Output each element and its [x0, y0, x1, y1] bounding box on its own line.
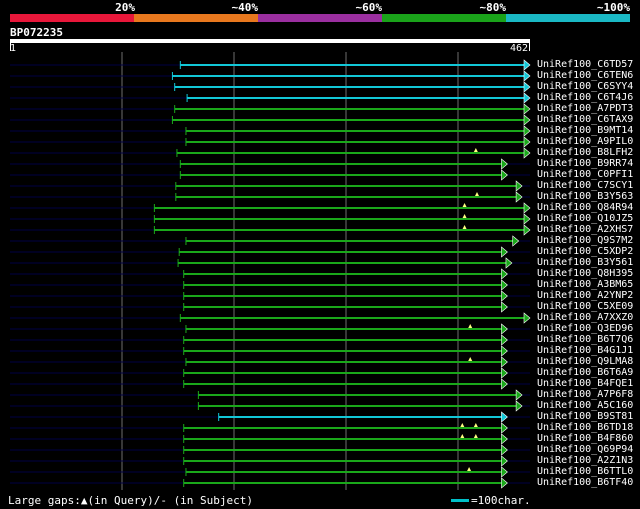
hit-label[interactable]: UniRef100_A5C160: [537, 400, 633, 411]
hit-arrow-head: [501, 323, 508, 335]
gap-marker: [474, 192, 479, 196]
hit-label[interactable]: UniRef100_C6SYY4: [537, 81, 633, 92]
hit-label[interactable]: UniRef100_Q10JZ5: [537, 213, 633, 224]
hit-label[interactable]: UniRef100_Q69P94: [537, 444, 633, 455]
hit-label[interactable]: UniRef100_A2YNP2: [537, 290, 633, 301]
hit-label[interactable]: UniRef100_Q9LMA8: [537, 356, 633, 367]
hit-label[interactable]: UniRef100_B6TD18: [537, 422, 633, 433]
gap-marker: [473, 423, 478, 427]
hit-label[interactable]: UniRef100_A7PDT3: [537, 103, 633, 114]
hit-arrow-head: [501, 455, 508, 467]
hit-arrow-head: [501, 466, 508, 478]
hit-arrow-head: [512, 235, 520, 247]
footer-gaps-legend: Large gaps:▲(in Query)/- (in Subject): [8, 494, 254, 507]
hit-arrow-head: [523, 81, 531, 93]
hit-label[interactable]: UniRef100_C6TAX9: [537, 114, 633, 125]
hit-arrow-head: [523, 114, 531, 126]
hit-arrow-head: [505, 257, 513, 269]
hit-arrow-head: [515, 191, 523, 203]
hit-label[interactable]: UniRef100_B6T6A9: [537, 367, 633, 378]
hit-label[interactable]: UniRef100_B4F860: [537, 433, 633, 444]
hit-label[interactable]: UniRef100_B3Y563: [537, 191, 633, 202]
hit-label[interactable]: UniRef100_A2Z1N3: [537, 455, 633, 466]
hit-arrow-head: [523, 70, 531, 82]
gap-marker: [462, 203, 467, 207]
hit-arrow-head: [501, 367, 508, 379]
hit-label[interactable]: UniRef100_C0PFI1: [537, 169, 633, 180]
gap-marker: [460, 434, 465, 438]
hit-label[interactable]: UniRef100_B8LFH2: [537, 147, 633, 158]
hit-label[interactable]: UniRef100_C7SCY1: [537, 180, 633, 191]
hit-label[interactable]: UniRef100_Q84R94: [537, 202, 633, 213]
hit-arrow-head: [501, 301, 508, 313]
footer-scale-key-text: =100char.: [471, 494, 531, 507]
hit-arrow-head: [515, 400, 523, 412]
hit-label[interactable]: UniRef100_B3Y561: [537, 257, 633, 268]
hit-label[interactable]: UniRef100_A3BM65: [537, 279, 633, 290]
hit-arrow-head: [501, 169, 508, 181]
hit-label[interactable]: UniRef100_B6TTL0: [537, 466, 633, 477]
hit-arrow-head: [501, 334, 508, 346]
hit-label[interactable]: UniRef100_B6T7Q6: [537, 334, 633, 345]
footer-scale-key-bar: [451, 499, 469, 502]
hit-arrow-head: [515, 389, 523, 401]
gap-marker: [473, 148, 478, 152]
hit-arrow-head: [501, 411, 508, 423]
hit-arrow-head: [523, 312, 531, 324]
hit-label[interactable]: UniRef100_C5XDP2: [537, 246, 633, 257]
hit-arrow-head: [501, 279, 508, 291]
hit-arrow-head: [523, 92, 531, 104]
hit-arrow-head: [501, 158, 508, 170]
hit-arrow-head: [501, 378, 508, 390]
hit-label[interactable]: UniRef100_C6TD57: [537, 59, 633, 70]
hit-arrow-head: [523, 202, 531, 214]
hit-label[interactable]: UniRef100_A2XHS7: [537, 224, 633, 235]
gap-marker: [468, 357, 473, 361]
hit-label[interactable]: UniRef100_B4G1J1: [537, 345, 633, 356]
hit-arrow-head: [501, 477, 508, 489]
hit-label[interactable]: UniRef100_C6T4J6: [537, 92, 633, 103]
hit-arrow-head: [501, 268, 508, 280]
hit-label[interactable]: UniRef100_B4FQE1: [537, 378, 633, 389]
hit-label[interactable]: UniRef100_B6TF40: [537, 477, 633, 488]
gap-marker: [473, 434, 478, 438]
hit-label[interactable]: UniRef100_B9ST81: [537, 411, 633, 422]
hit-arrow-head: [523, 147, 531, 159]
hit-arrow-head: [501, 290, 508, 302]
hit-label[interactable]: UniRef100_A7XXZ0: [537, 312, 633, 323]
gap-marker: [468, 324, 473, 328]
hit-arrow-head: [501, 433, 508, 445]
hit-arrow-head: [501, 246, 508, 258]
hit-label[interactable]: UniRef100_C5XE09: [537, 301, 633, 312]
hit-arrow-head: [501, 422, 508, 434]
hit-arrow-head: [523, 103, 531, 115]
hit-arrow-head: [523, 136, 531, 148]
hit-label[interactable]: UniRef100_B9MT14: [537, 125, 633, 136]
gap-marker: [460, 423, 465, 427]
hit-arrow-head: [501, 444, 508, 456]
hit-arrow-head: [523, 224, 531, 236]
hit-arrow-head: [501, 345, 508, 357]
hit-label[interactable]: UniRef100_A7P6F8: [537, 389, 633, 400]
gap-marker: [462, 214, 467, 218]
hit-label[interactable]: UniRef100_Q9S7M2: [537, 235, 633, 246]
hit-arrow-head: [523, 213, 531, 225]
hit-label[interactable]: UniRef100_B9RR74: [537, 158, 633, 169]
hit-arrow-head: [501, 356, 508, 368]
hit-label[interactable]: UniRef100_C6TEN6: [537, 70, 633, 81]
gap-marker: [462, 225, 467, 229]
hit-label[interactable]: UniRef100_A9PIL0: [537, 136, 633, 147]
gap-marker: [467, 467, 472, 471]
hit-arrow-head: [523, 59, 531, 71]
hit-label[interactable]: UniRef100_Q8H395: [537, 268, 633, 279]
hit-label[interactable]: UniRef100_Q3ED96: [537, 323, 633, 334]
hit-arrow-head: [515, 180, 523, 192]
hit-arrow-head: [523, 125, 531, 137]
